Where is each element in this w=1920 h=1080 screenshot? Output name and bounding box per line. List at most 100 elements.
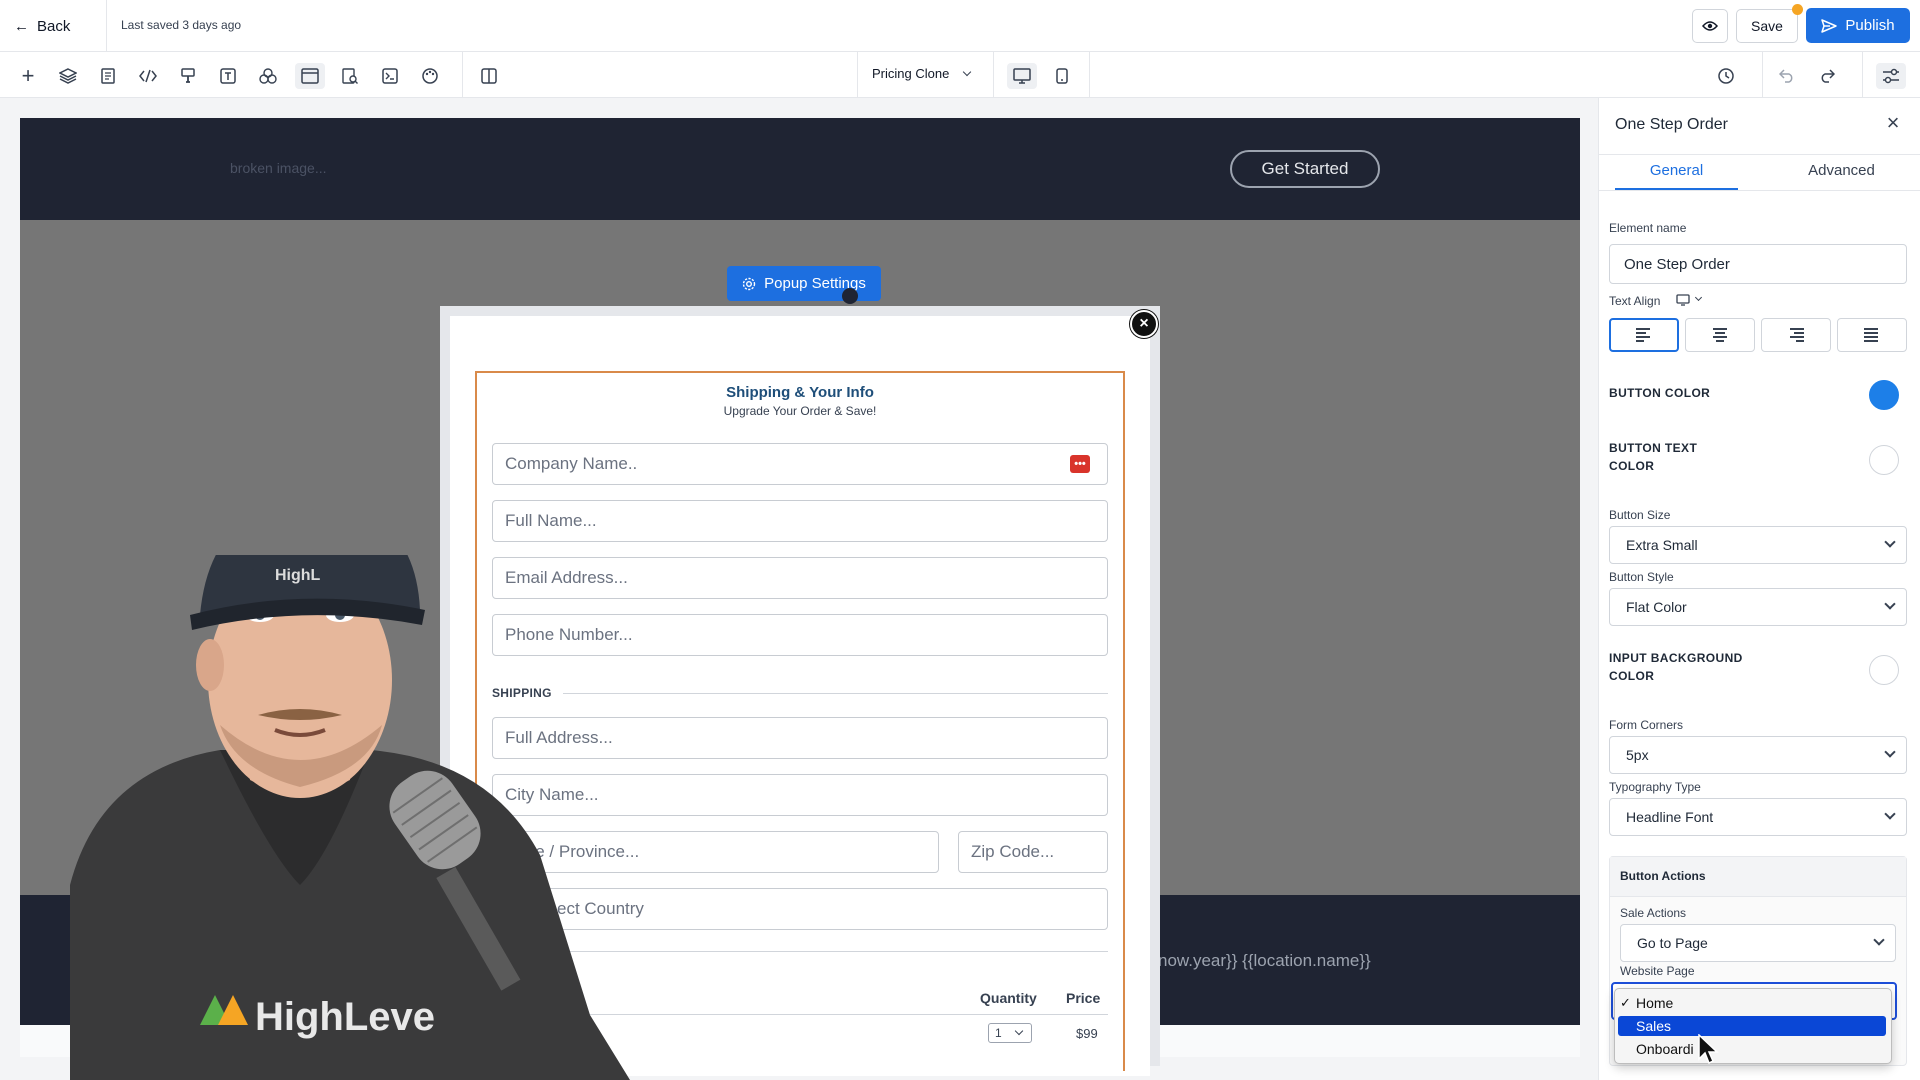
- toolbar-divider: [857, 52, 858, 98]
- button-style-label: Button Style: [1609, 570, 1674, 584]
- tab-advanced[interactable]: Advanced: [1780, 162, 1903, 190]
- form-corners-value: 5px: [1626, 747, 1649, 763]
- page-select[interactable]: Pricing Clone: [872, 66, 976, 86]
- dropdown-option-onboarding[interactable]: Onboardi: [1620, 1039, 1886, 1059]
- palette-icon[interactable]: [417, 63, 443, 89]
- button-text-color-swatch[interactable]: [1869, 445, 1899, 475]
- button-text-color-label: BUTTON TEXT COLOR: [1609, 441, 1698, 473]
- tab-general[interactable]: General: [1615, 162, 1738, 190]
- tab-general-label: General: [1649, 162, 1704, 179]
- quantity-header: Quantity: [980, 990, 1037, 1006]
- quantity-select[interactable]: 1: [988, 1023, 1032, 1043]
- chevron-down-icon: [1873, 934, 1885, 946]
- preview-button[interactable]: [1692, 9, 1728, 43]
- align-justify-button[interactable]: [1837, 318, 1907, 352]
- publish-button[interactable]: Publish: [1806, 8, 1910, 43]
- add-element-icon[interactable]: +: [15, 63, 41, 89]
- sale-actions-value: Go to Page: [1637, 935, 1708, 951]
- sale-actions-label: Sale Actions: [1620, 906, 1687, 920]
- zip-field[interactable]: Zip Code...: [958, 831, 1108, 873]
- align-right-icon: [1788, 328, 1804, 342]
- dropdown-option-home[interactable]: ✓ Home: [1620, 993, 1886, 1013]
- chevron-down-icon: [1694, 293, 1703, 302]
- top-bar: [0, 0, 1920, 52]
- panel-title: One Step Order: [1615, 116, 1728, 133]
- mobile-view-icon[interactable]: [1049, 63, 1075, 89]
- element-name-value: One Step Order: [1624, 255, 1730, 273]
- price-value: $99: [1076, 1026, 1098, 1041]
- button-size-value: Extra Small: [1626, 537, 1698, 553]
- align-left-button[interactable]: [1609, 318, 1679, 352]
- button-size-select[interactable]: Extra Small: [1609, 526, 1907, 564]
- input-background-color-swatch[interactable]: [1869, 655, 1899, 685]
- topbar-divider: [106, 0, 107, 52]
- company-name-placeholder: Company Name..: [505, 454, 638, 473]
- zip-placeholder: Zip Code...: [971, 842, 1055, 861]
- desktop-view-icon[interactable]: [1007, 63, 1037, 89]
- presenter-webcam-overlay: HighLeve HighL: [70, 555, 630, 1080]
- unsaved-dot: [1792, 4, 1803, 15]
- page-search-icon[interactable]: [337, 63, 363, 89]
- typography-type-value: Headline Font: [1626, 809, 1714, 825]
- logo-alt-text: broken image...: [230, 160, 327, 176]
- button-style-select[interactable]: Flat Color: [1609, 588, 1907, 626]
- chevron-down-icon: [1884, 536, 1896, 548]
- pages-icon[interactable]: [95, 63, 121, 89]
- terminal-icon[interactable]: [377, 63, 403, 89]
- align-right-button[interactable]: [1761, 318, 1831, 352]
- element-name-label: Element name: [1609, 221, 1687, 235]
- gear-icon: [742, 277, 756, 290]
- button-style-value: Flat Color: [1626, 599, 1687, 615]
- layout-icon[interactable]: [295, 63, 325, 89]
- get-started-button[interactable]: Get Started: [1230, 150, 1380, 188]
- toolbar-divider: [462, 52, 463, 98]
- element-name-input[interactable]: One Step Order: [1609, 244, 1907, 284]
- desktop-icon: [1676, 294, 1690, 306]
- save-button[interactable]: Save: [1736, 9, 1798, 43]
- company-name-field[interactable]: Company Name.. •••: [492, 443, 1108, 485]
- settings-sliders-icon[interactable]: [1876, 63, 1906, 89]
- align-center-icon: [1712, 328, 1728, 342]
- broken-logo-image: broken image...: [230, 160, 327, 176]
- chevron-down-icon: [1884, 746, 1896, 758]
- tab-advanced-label: Advanced: [1808, 162, 1875, 179]
- dropdown-option-sales[interactable]: Sales: [1618, 1016, 1886, 1036]
- sale-actions-select[interactable]: Go to Page: [1620, 924, 1896, 962]
- dropdown-option-label: Home: [1636, 995, 1674, 1011]
- form-corners-label: Form Corners: [1609, 718, 1684, 732]
- undo-icon[interactable]: [1774, 63, 1800, 89]
- text-icon[interactable]: [215, 63, 241, 89]
- button-color-swatch[interactable]: [1869, 380, 1899, 410]
- layers-icon[interactable]: [55, 63, 81, 89]
- popup-handle[interactable]: [842, 288, 858, 304]
- paint-icon[interactable]: [175, 63, 201, 89]
- send-icon: [1821, 18, 1838, 33]
- close-icon: ×: [1886, 110, 1900, 135]
- split-view-icon[interactable]: [476, 63, 502, 89]
- align-justify-icon: [1864, 328, 1880, 342]
- typography-type-select[interactable]: Headline Font: [1609, 798, 1907, 836]
- full-name-field[interactable]: Full Name...: [492, 500, 1108, 542]
- panel-close-button[interactable]: ×: [1882, 112, 1904, 134]
- eye-icon: [1702, 21, 1718, 31]
- shapes-icon[interactable]: [255, 63, 281, 89]
- panel-tabs-divider: [1598, 154, 1920, 155]
- history-icon[interactable]: [1713, 63, 1739, 89]
- back-button[interactable]: ← Back: [14, 14, 70, 38]
- chevron-down-icon: [962, 67, 972, 77]
- password-manager-icon[interactable]: •••: [1070, 455, 1090, 473]
- get-started-label: Get Started: [1261, 159, 1349, 178]
- align-center-button[interactable]: [1685, 318, 1755, 352]
- footer-text: now.year}} {{location.name}}: [1158, 951, 1371, 970]
- chevron-down-icon: [1014, 1026, 1024, 1036]
- form-corners-select[interactable]: 5px: [1609, 736, 1907, 774]
- redo-icon[interactable]: [1814, 63, 1840, 89]
- button-size-label: Button Size: [1609, 508, 1671, 522]
- code-icon[interactable]: [135, 63, 161, 89]
- popup-close-button[interactable]: ×: [1130, 310, 1158, 338]
- website-page-label: Website Page: [1620, 964, 1695, 978]
- device-select[interactable]: [1676, 293, 1706, 307]
- text-align-label: Text Align: [1609, 294, 1661, 308]
- dropdown-option-label: Sales: [1636, 1018, 1672, 1034]
- toolbar-divider: [993, 52, 994, 98]
